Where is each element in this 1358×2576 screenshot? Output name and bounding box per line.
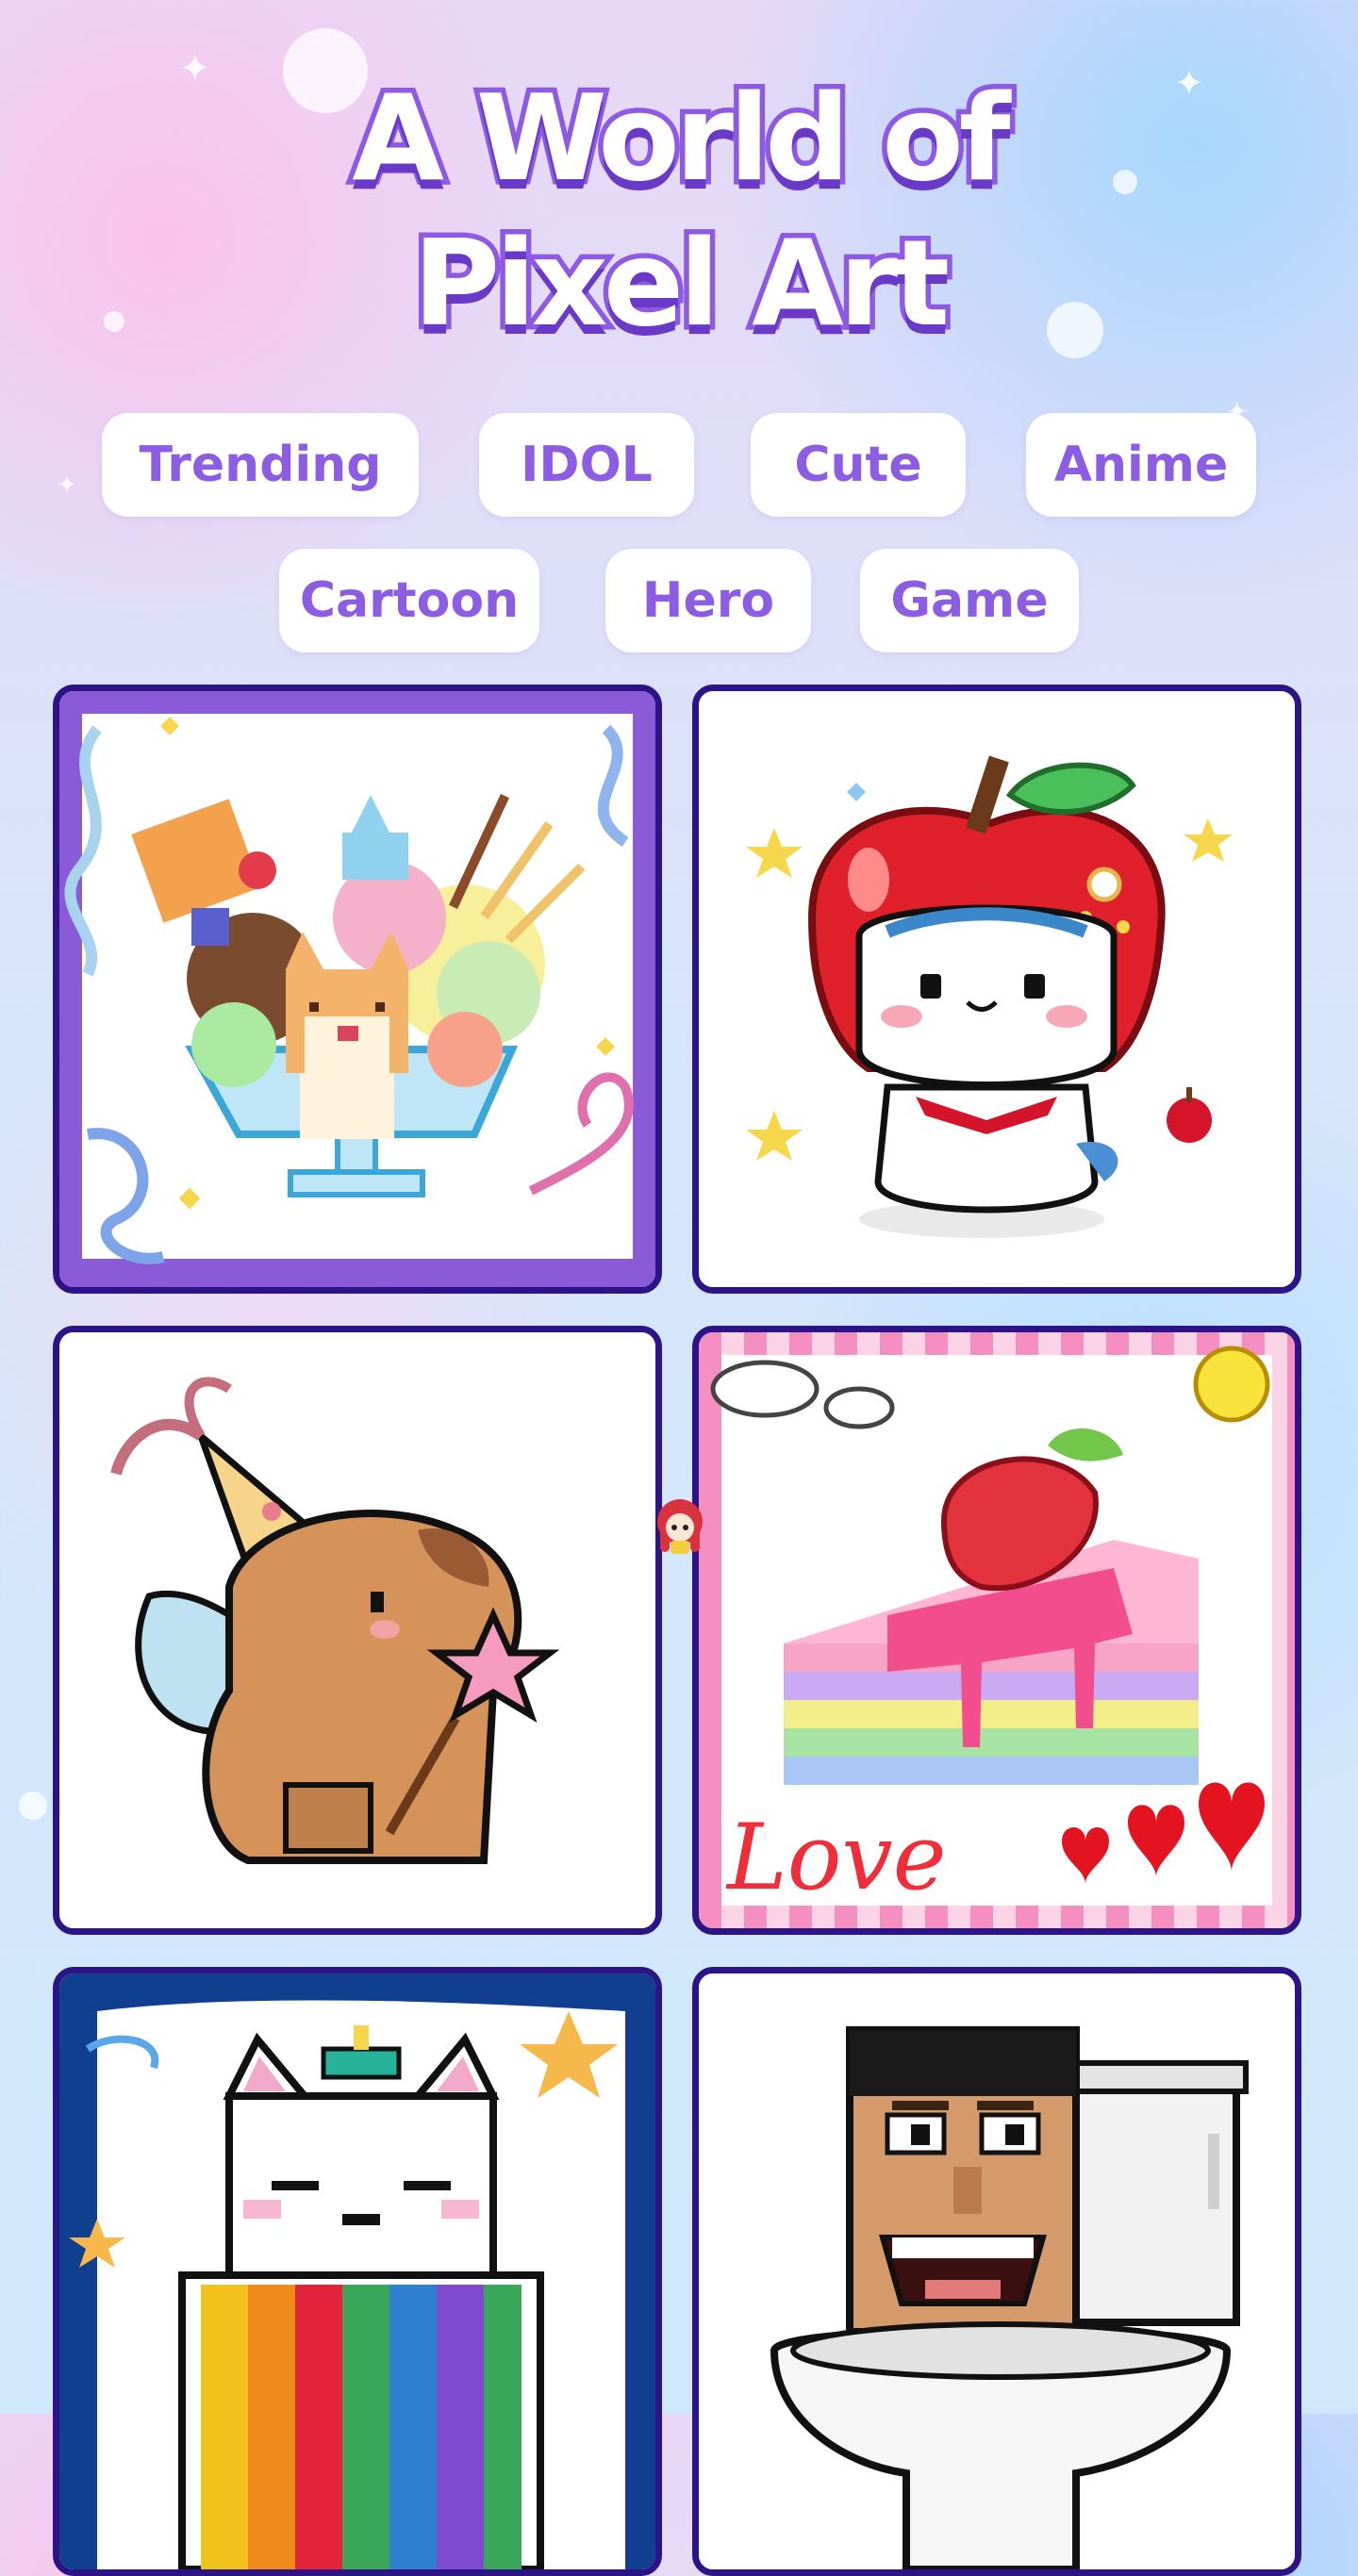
artwork-card-ice-cream-kitten[interactable] xyxy=(53,685,662,1294)
rainbow-cat-artwork xyxy=(59,1973,655,2569)
tag-label: Hero xyxy=(641,572,775,629)
tag-label: Anime xyxy=(1053,437,1229,493)
artwork-card-rainbow-cat[interactable] xyxy=(53,1967,662,2576)
capybara-artwork xyxy=(59,1332,655,1928)
ice-cream-kitten-artwork xyxy=(59,691,655,1287)
tag-idol[interactable]: IDOL xyxy=(479,413,694,517)
bokeh-dot xyxy=(19,1792,47,1820)
strawberry-cake-artwork: Love xyxy=(699,1332,1295,1928)
tag-label: Cute xyxy=(794,437,922,493)
tag-label: IDOL xyxy=(521,437,653,493)
toilet-character-artwork xyxy=(699,1973,1295,2569)
tag-hero[interactable]: Hero xyxy=(605,549,811,652)
mascot-avatar-icon[interactable] xyxy=(654,1497,705,1556)
artwork-card-apple-bunny[interactable] xyxy=(692,685,1301,1294)
tag-label: Trending xyxy=(139,437,382,493)
tag-label: Game xyxy=(890,572,1049,629)
sparkle-icon: ✦ xyxy=(57,471,77,500)
tag-cartoon[interactable]: Cartoon xyxy=(279,549,539,652)
artwork-card-toilet-character[interactable] xyxy=(692,1967,1301,2576)
page-title-line-2: Pixel Art xyxy=(407,209,954,358)
page-title: A World of Pixel Art xyxy=(0,64,1358,358)
page-title-line-1: A World of xyxy=(347,64,1016,213)
love-script-text: Love xyxy=(725,1805,947,1910)
artwork-card-capybara[interactable] xyxy=(53,1326,662,1935)
tag-trending[interactable]: Trending xyxy=(102,413,419,517)
tag-label: Cartoon xyxy=(299,572,520,629)
tag-game[interactable]: Game xyxy=(860,549,1079,652)
tag-anime[interactable]: Anime xyxy=(1026,413,1256,517)
tag-cute[interactable]: Cute xyxy=(751,413,966,517)
artwork-card-strawberry-cake[interactable]: Love xyxy=(692,1326,1301,1935)
apple-bunny-artwork xyxy=(699,691,1295,1287)
